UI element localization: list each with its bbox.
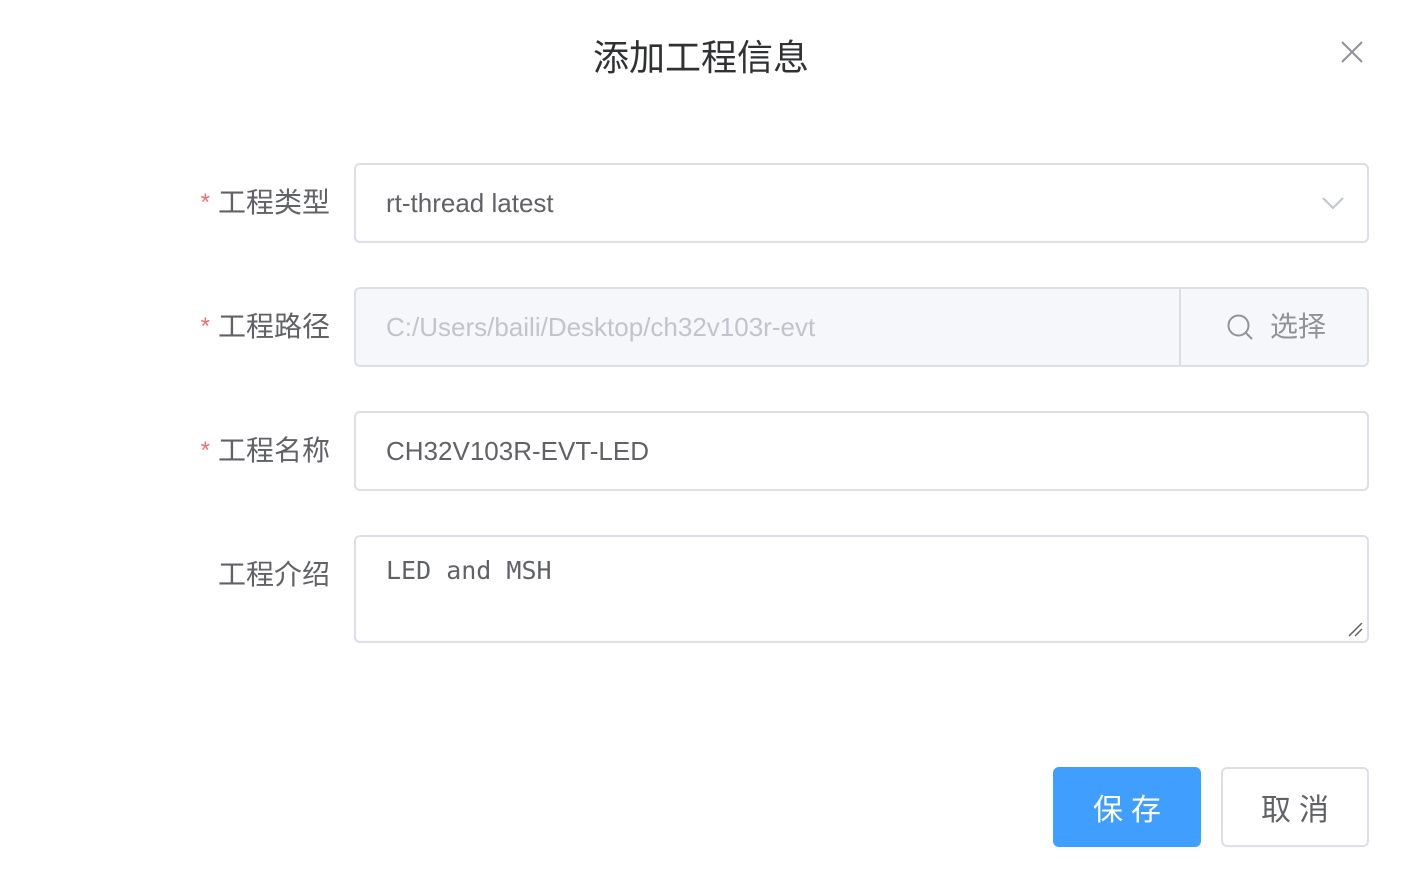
project-name-input[interactable]: CH32V103R-EVT-LED [354, 411, 1369, 491]
project-type-value: rt-thread latest [386, 188, 554, 218]
project-intro-value: LED and MSH [386, 556, 552, 585]
add-project-dialog: 添加工程信息 * 工程类型 rt-thread latest * 工程路径 C:/U… [0, 0, 1402, 886]
project-intro-label: 工程介绍 [217, 559, 330, 590]
project-name-label: * 工程名称 [201, 433, 330, 469]
close-button[interactable] [1336, 36, 1368, 68]
project-type-label: * 工程类型 [201, 185, 330, 221]
select-path-label: 选择 [1269, 311, 1326, 342]
required-mark: * [200, 189, 210, 216]
select-path-button[interactable]: 选择 [1179, 289, 1367, 365]
form-row-project-name: * 工程名称 CH32V103R-EVT-LED [0, 411, 1402, 491]
project-name-label-text: 工程名称 [217, 435, 330, 466]
project-path-label: * 工程路径 [201, 309, 330, 345]
dialog-title: 添加工程信息 [592, 37, 809, 78]
project-type-label-text: 工程类型 [217, 187, 330, 218]
form-row-project-type: * 工程类型 rt-thread latest [0, 163, 1402, 243]
save-button-label: 保存 [1093, 793, 1169, 828]
chevron-down-icon [1322, 197, 1344, 210]
project-path-label-text: 工程路径 [217, 311, 330, 342]
project-name-value: CH32V103R-EVT-LED [386, 436, 649, 466]
project-path-input[interactable]: C:/Users/baili/Desktop/ch32v103r-evt 选择 [354, 287, 1369, 367]
required-mark: * [200, 313, 210, 340]
cancel-button-label: 取消 [1261, 793, 1337, 828]
project-path-placeholder: C:/Users/baili/Desktop/ch32v103r-evt [386, 312, 816, 342]
cancel-button[interactable]: 取消 [1221, 767, 1369, 847]
form-row-project-intro: 工程介绍 LED and MSH [0, 535, 1402, 643]
required-mark: * [200, 437, 210, 464]
search-icon [1227, 314, 1253, 340]
project-type-select[interactable]: rt-thread latest [354, 163, 1369, 243]
close-icon [1341, 41, 1363, 63]
form-row-project-path: * 工程路径 C:/Users/baili/Desktop/ch32v103r-e… [0, 287, 1402, 367]
save-button[interactable]: 保存 [1053, 767, 1201, 847]
resize-handle-icon[interactable] [1345, 619, 1363, 637]
project-intro-textarea[interactable]: LED and MSH [354, 535, 1369, 643]
